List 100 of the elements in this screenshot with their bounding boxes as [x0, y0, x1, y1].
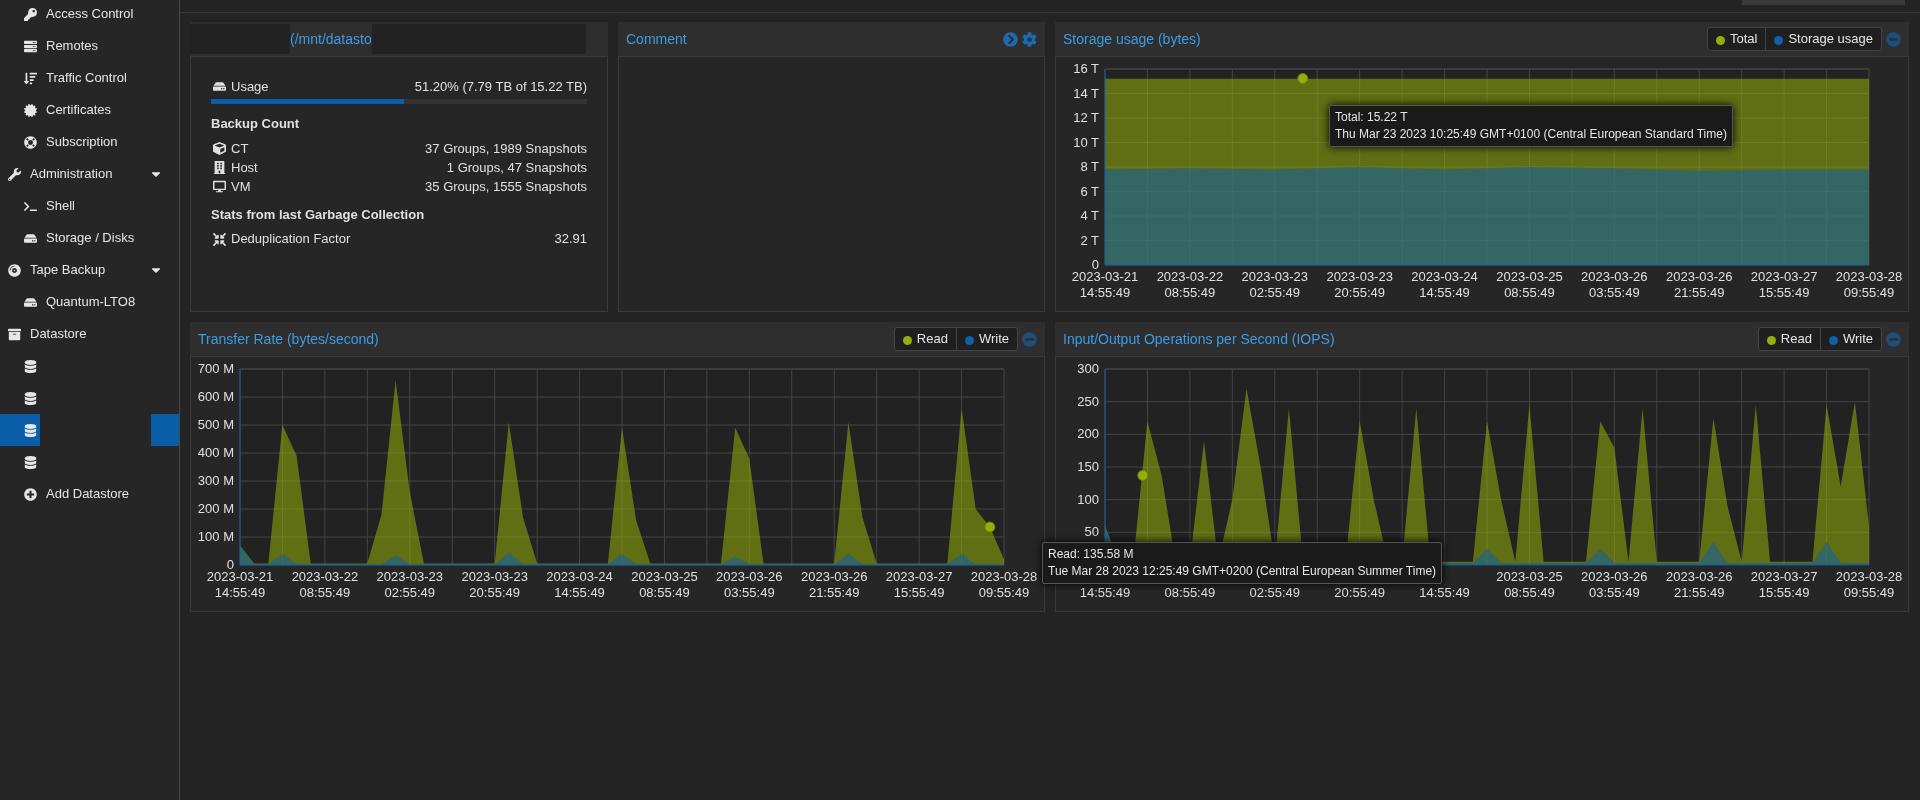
panel-title: (/mnt/datasto: [290, 29, 372, 49]
x-tick-label: 14:55:49: [1079, 585, 1131, 600]
monitor-icon: [211, 178, 227, 195]
lifebuoy-icon: [22, 134, 38, 150]
tree-item[interactable]: Tape Backup: [0, 254, 179, 286]
tree-label: Shell: [46, 197, 75, 216]
y-tick-label: 200: [1077, 426, 1099, 442]
x-tick-label: 2023-03-28 09:55:49: [1835, 569, 1903, 600]
x-tick-label: 14:55:49: [1419, 585, 1470, 600]
backup-type: Host: [231, 158, 259, 177]
y-tick-label: 6 T: [1080, 183, 1099, 199]
x-tick-label: 2023-03-23 02:55:49: [1241, 269, 1309, 300]
y-tick-label: 100 M: [197, 529, 234, 544]
tree-label: Datastore: [30, 325, 88, 344]
y-tick-label: 4 T: [1080, 208, 1099, 223]
tree-label: Tape Backup: [30, 261, 107, 280]
backup-type: CT: [231, 139, 250, 158]
tree-label: Remotes: [46, 37, 99, 56]
x-tick-label: 02:55:49: [1249, 585, 1301, 600]
tooltip-line: Total: 15.22 T: [1335, 109, 1409, 126]
tooltip-line: Read: 135.58 M: [1048, 546, 1135, 563]
tree-item[interactable]: Storage / Disks: [0, 222, 179, 254]
tree-item[interactable]: Quantum-LTO8: [0, 286, 179, 318]
tree-item[interactable]: Certificates: [0, 94, 179, 126]
y-tick-label: 300: [1077, 361, 1099, 376]
tree-label: Traffic Control: [46, 69, 127, 88]
legend-toggle[interactable]: Read: [1758, 328, 1820, 350]
wrench-icon: [6, 166, 22, 182]
panel-title: Transfer Rate (bytes/second): [198, 329, 380, 349]
tree-label: Storage / Disks: [46, 229, 135, 248]
legend-toggle[interactable]: Storage usage: [1765, 28, 1881, 50]
x-tick-label: 2023-03-23 02:55:49: [376, 569, 444, 600]
panel-title: Input/Output Operations per Second (IOPS): [1063, 329, 1336, 349]
tree-label: Subscription: [46, 133, 118, 152]
x-tick-label: 08:55:49: [1164, 585, 1216, 600]
y-tick-label: 0: [1091, 257, 1099, 272]
tree-item[interactable]: Traffic Control: [0, 62, 179, 94]
section-heading: Backup Count: [211, 114, 301, 133]
legend-toggle[interactable]: Write: [1819, 328, 1881, 350]
x-tick-label: 2023-03-28 09:55:49: [1835, 269, 1903, 300]
panel-title: Comment: [626, 29, 688, 49]
bars-icon: [22, 70, 38, 86]
x-tick-label: 2023-03-27 15:55:49: [1750, 569, 1818, 600]
x-tick-label: 20:55:49: [1334, 585, 1385, 600]
x-tick-label: 2023-03-21 14:55:49: [1071, 269, 1139, 300]
y-tick-label: 700 M: [197, 361, 234, 376]
y-tick-label: 10 T: [1073, 134, 1099, 150]
y-tick-label: 12 T: [1073, 110, 1099, 125]
database-icon: [22, 390, 38, 406]
backup-count: 1 Groups, 47 Snapshots: [446, 158, 587, 177]
tree-item[interactable]: Add Datastore: [0, 478, 179, 510]
x-tick-label: 2023-03-27 15:55:49: [1750, 269, 1818, 300]
backup-count: 35 Groups, 1555 Snapshots: [425, 177, 587, 196]
x-tick-label: 2023-03-26 21:55:49: [800, 569, 868, 600]
tree-item[interactable]: Shell: [0, 190, 179, 222]
x-tick-label: 2023-03-24 14:55:49: [1411, 269, 1478, 300]
tooltip-line: Thu Mar 23 2023 10:25:49 GMT+0100 (Central European Standard Time): [1335, 126, 1727, 143]
y-tick-label: 400 M: [197, 445, 234, 460]
x-tick-label: 2023-03-28 09:55:49: [970, 569, 1038, 600]
server-icon: [22, 38, 38, 54]
x-tick-label: 2023-03-24 14:55:49: [546, 569, 613, 600]
y-tick-label: 200 M: [197, 501, 234, 516]
legend-toggle[interactable]: Read: [894, 328, 956, 350]
x-tick-label: 2023-03-27 15:55:49: [885, 569, 953, 600]
usage-label: Usage: [231, 78, 270, 96]
tree-item[interactable]: Access Control: [0, 0, 179, 30]
legend-toggle[interactable]: Total: [1707, 28, 1766, 50]
building-icon: [211, 159, 227, 176]
y-tick-label: 0: [226, 557, 234, 572]
tree-item[interactable]: Subscription: [0, 126, 179, 158]
tree-item[interactable]: Administration: [0, 158, 179, 190]
cube-icon: [211, 140, 227, 157]
tree-label: Certificates: [46, 101, 112, 120]
stat-label: Deduplication Factor: [231, 230, 352, 249]
settings-icon[interactable]: [1022, 31, 1037, 47]
tree-label: Access Control: [46, 5, 134, 24]
section-heading: Stats from last Garbage Collection: [211, 206, 426, 224]
x-tick-label: 2023-03-26 03:55:49: [716, 569, 783, 600]
y-tick-label: 600 M: [197, 389, 234, 404]
tree-item[interactable]: Datastore: [0, 318, 179, 350]
usage-value: 51.20% (7.79 TB of 15.22 TB): [414, 78, 587, 96]
tree-label: Quantum-LTO8: [46, 293, 136, 312]
database-icon: [22, 358, 38, 374]
backup-type: VM: [231, 177, 252, 196]
x-tick-label: 2023-03-25 08:55:49: [1496, 269, 1563, 300]
tree-item[interactable]: Remotes: [0, 30, 179, 62]
y-tick-label: 16 T: [1073, 61, 1099, 76]
y-tick-label: 500 M: [197, 417, 234, 432]
x-tick-label: 2023-03-21 14:55:49: [206, 569, 274, 600]
y-tick-label: 150: [1077, 459, 1099, 474]
tree-label: Administration: [30, 165, 114, 184]
y-tick-label: 2 T: [1080, 232, 1099, 248]
x-tick-label: 2023-03-25 08:55:49: [631, 569, 698, 600]
y-tick-label: 14 T: [1073, 85, 1099, 101]
database-icon: [22, 422, 38, 438]
y-tick-label: 8 T: [1080, 159, 1099, 174]
backup-count: 37 Groups, 1989 Snapshots: [425, 139, 587, 158]
y-tick-label: 250: [1077, 393, 1099, 409]
legend-toggle[interactable]: Write: [955, 328, 1017, 350]
x-tick-label: 2023-03-23 20:55:49: [1326, 269, 1393, 300]
